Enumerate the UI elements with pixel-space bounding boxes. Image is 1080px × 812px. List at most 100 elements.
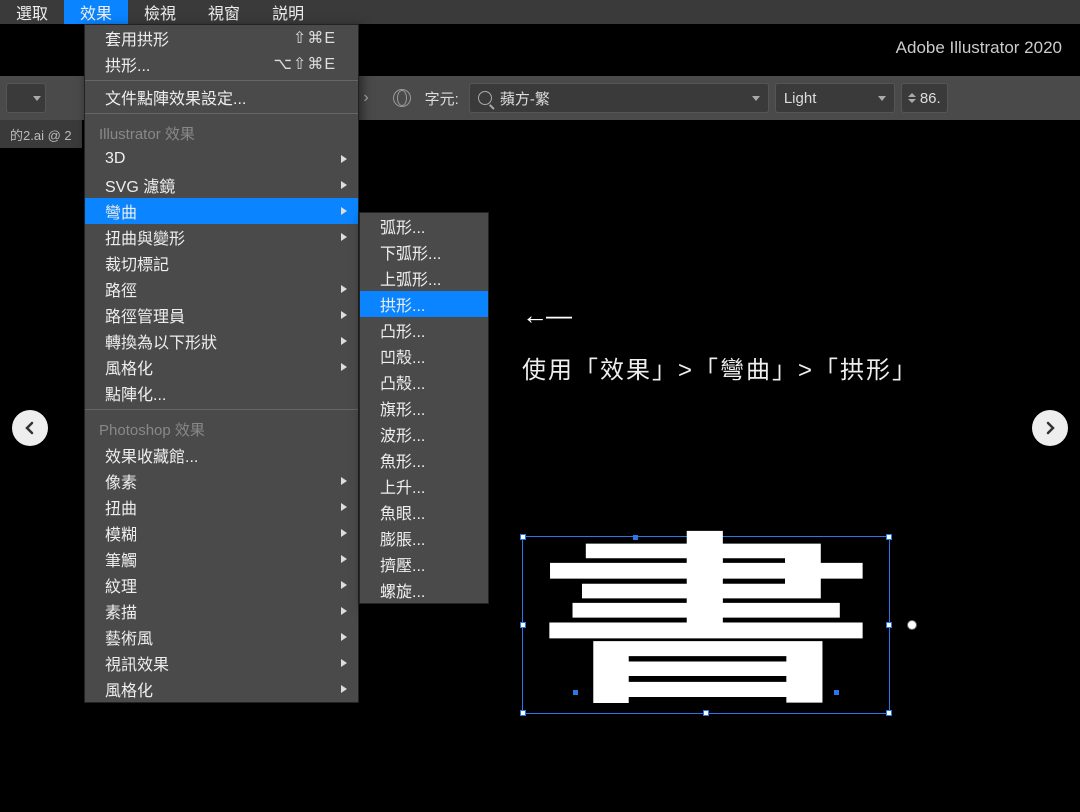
warp-item[interactable]: 擠壓... xyxy=(360,551,488,577)
handle-ml[interactable] xyxy=(520,622,526,628)
menu-label: 風格化 xyxy=(105,355,153,379)
menu-view[interactable]: 檢視 xyxy=(128,0,192,24)
pointer-arrow: ←— xyxy=(522,300,570,331)
menu-label: 筆觸 xyxy=(105,547,137,571)
illustrator-effect-item[interactable]: 扭曲與變形 xyxy=(85,224,358,250)
photoshop-effect-item[interactable]: 風格化 xyxy=(85,676,358,702)
submenu-arrow-icon xyxy=(340,232,348,242)
artwork-glyph[interactable]: 書 xyxy=(556,544,856,704)
menubar: 選取 效果 檢視 視窗 説明 xyxy=(0,0,1080,24)
menu-select[interactable]: 選取 xyxy=(0,0,64,24)
menu-label: 旗形... xyxy=(380,396,425,420)
handle-br[interactable] xyxy=(886,710,892,716)
illustrator-effect-item[interactable]: 轉換為以下形狀 xyxy=(85,328,358,354)
submenu-arrow-icon xyxy=(340,336,348,346)
photoshop-effect-item[interactable]: 紋理 xyxy=(85,572,358,598)
warp-item[interactable]: 凸形... xyxy=(360,317,488,343)
photoshop-effect-item[interactable]: 素描 xyxy=(85,598,358,624)
prev-button[interactable] xyxy=(12,410,48,446)
search-icon xyxy=(478,91,492,105)
submenu-arrow-icon xyxy=(340,362,348,372)
menu-label: 魚眼... xyxy=(380,500,425,524)
menu-label: 視訊效果 xyxy=(105,651,169,675)
warp-item[interactable]: 上弧形... xyxy=(360,265,488,291)
menu-label: 模糊 xyxy=(105,521,137,545)
illustrator-effect-item[interactable]: 點陣化... xyxy=(85,380,358,406)
menu-label: 擠壓... xyxy=(380,552,425,576)
menu-arch[interactable]: 拱形...⌥⇧⌘E xyxy=(85,51,358,77)
font-family-field[interactable]: 蘋方-繁 xyxy=(469,83,769,113)
menu-label: 波形... xyxy=(380,422,425,446)
illustrator-header: Illustrator 效果 xyxy=(85,117,358,146)
illustrator-effect-item[interactable]: SVG 濾鏡 xyxy=(85,172,358,198)
photoshop-effect-item[interactable]: 效果收藏館... xyxy=(85,442,358,468)
illustrator-effect-item[interactable]: 路徑管理員 xyxy=(85,302,358,328)
document-tab[interactable]: 的2.ai @ 2 xyxy=(0,120,82,148)
warp-item[interactable]: 上升... xyxy=(360,473,488,499)
warp-item[interactable]: 凹殼... xyxy=(360,343,488,369)
illustrator-effect-item[interactable]: 裁切標記 xyxy=(85,250,358,276)
menu-window[interactable]: 視窗 xyxy=(192,0,256,24)
menu-doc-raster[interactable]: 文件點陣效果設定... xyxy=(85,84,358,110)
photoshop-effect-item[interactable]: 像素 xyxy=(85,468,358,494)
stepper-icon[interactable] xyxy=(908,93,916,103)
menu-label: 扭曲 xyxy=(105,495,137,519)
warp-item[interactable]: 螺旋... xyxy=(360,577,488,603)
photoshop-effect-item[interactable]: 藝術風 xyxy=(85,624,358,650)
stroke-dropdown[interactable] xyxy=(6,83,46,113)
instruction-text: 使用「效果」>「彎曲」>「拱形」 xyxy=(522,350,918,385)
submenu-arrow-icon xyxy=(340,658,348,668)
menu-label: 扭曲與變形 xyxy=(105,225,185,249)
font-weight-field[interactable]: Light xyxy=(775,83,895,113)
warp-item[interactable]: 膨脹... xyxy=(360,525,488,551)
submenu-arrow-icon xyxy=(340,632,348,642)
handle-tr[interactable] xyxy=(886,534,892,540)
menu-label: 素描 xyxy=(105,599,137,623)
photoshop-effect-item[interactable]: 視訊效果 xyxy=(85,650,358,676)
menu-label: 彎曲 xyxy=(105,199,137,223)
menu-label: 3D xyxy=(105,150,125,168)
handle-mr[interactable] xyxy=(886,622,892,628)
next-button[interactable] xyxy=(1032,410,1068,446)
font-size-field[interactable]: 86. xyxy=(901,83,948,113)
handle-tl[interactable] xyxy=(520,534,526,540)
rotate-handle[interactable] xyxy=(907,620,917,630)
photoshop-effect-item[interactable]: 筆觸 xyxy=(85,546,358,572)
warp-item[interactable]: 下弧形... xyxy=(360,239,488,265)
warp-item[interactable]: 旗形... xyxy=(360,395,488,421)
separator xyxy=(85,409,358,410)
submenu-arrow-icon xyxy=(340,684,348,694)
illustrator-effect-item[interactable]: 彎曲 xyxy=(85,198,358,224)
character-label: 字元: xyxy=(425,88,459,109)
photoshop-effect-item[interactable]: 扭曲 xyxy=(85,494,358,520)
separator xyxy=(85,113,358,114)
warp-item[interactable]: 波形... xyxy=(360,421,488,447)
chevron-left-icon xyxy=(23,421,37,435)
menu-apply-arch[interactable]: 套用拱形⇧⌘E xyxy=(85,25,358,51)
menu-label: 凹殼... xyxy=(380,344,425,368)
menu-label: 拱形... xyxy=(380,292,425,316)
app-title: Adobe Illustrator 2020 xyxy=(896,38,1062,58)
warp-item[interactable]: 弧形... xyxy=(360,213,488,239)
photoshop-effect-item[interactable]: 模糊 xyxy=(85,520,358,546)
illustrator-effect-item[interactable]: 3D xyxy=(85,146,358,172)
warp-item[interactable]: 凸殼... xyxy=(360,369,488,395)
menu-label: 裁切標記 xyxy=(105,251,169,275)
warp-item[interactable]: 魚眼... xyxy=(360,499,488,525)
shortcut: ⇧⌘E xyxy=(293,28,336,48)
illustrator-effect-item[interactable]: 風格化 xyxy=(85,354,358,380)
menu-effect[interactable]: 效果 xyxy=(64,0,128,24)
chevron-right-icon[interactable]: › xyxy=(363,89,368,107)
menu-help[interactable]: 説明 xyxy=(256,0,320,24)
photoshop-header: Photoshop 效果 xyxy=(85,413,358,442)
globe-icon[interactable] xyxy=(393,89,411,107)
warp-item[interactable]: 魚形... xyxy=(360,447,488,473)
warp-item[interactable]: 拱形... xyxy=(360,291,488,317)
chevron-down-icon[interactable] xyxy=(752,96,760,101)
font-weight-value: Light xyxy=(784,90,878,107)
illustrator-effect-item[interactable]: 路徑 xyxy=(85,276,358,302)
menu-label: 下弧形... xyxy=(380,240,441,264)
handle-bl[interactable] xyxy=(520,710,526,716)
menu-label: 魚形... xyxy=(380,448,425,472)
submenu-arrow-icon xyxy=(340,180,348,190)
